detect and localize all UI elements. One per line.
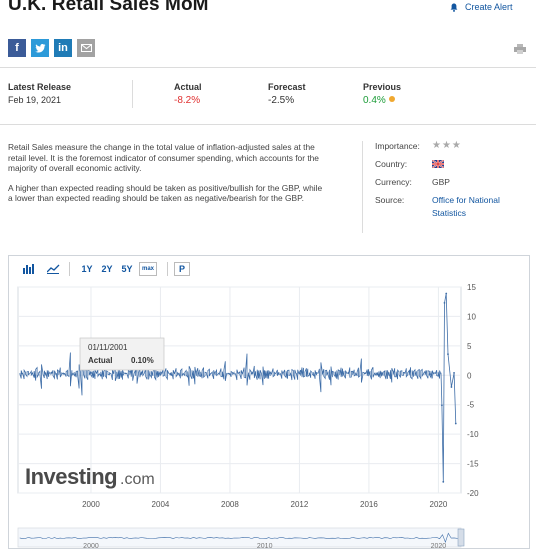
indicator-description: Retail Sales measure the change in the t… bbox=[8, 142, 328, 204]
release-summary: Latest Release Feb 19, 2021 Actual -8.2%… bbox=[0, 82, 536, 122]
y-tick-label: 10 bbox=[467, 312, 476, 321]
forecast-value: -2.5% bbox=[268, 95, 295, 106]
importance-stars-icon: ★★★ bbox=[432, 140, 462, 151]
data-point[interactable] bbox=[440, 404, 443, 407]
data-point[interactable] bbox=[368, 372, 370, 374]
twitter-share-button[interactable] bbox=[31, 39, 49, 57]
x-tick-label: 2016 bbox=[360, 500, 378, 509]
y-tick-label: 5 bbox=[467, 342, 472, 351]
description-paragraph-2: A higher than expected reading should be… bbox=[8, 182, 323, 204]
previous-revision-dot-icon bbox=[388, 96, 395, 102]
x-tick-label: 2020 bbox=[430, 500, 448, 509]
tooltip-value: 0.10% bbox=[131, 356, 154, 365]
social-share-bar: f in bbox=[8, 39, 95, 57]
print-icon[interactable] bbox=[514, 44, 526, 54]
x-tick-label: 2004 bbox=[152, 500, 170, 509]
tooltip-date: 01/11/2001 bbox=[88, 343, 128, 352]
y-tick-label: -5 bbox=[467, 401, 475, 410]
data-point[interactable] bbox=[55, 373, 58, 376]
linkedin-share-button[interactable]: in bbox=[54, 39, 72, 57]
data-point[interactable] bbox=[428, 373, 431, 376]
facebook-icon: f bbox=[15, 42, 19, 54]
previous-label: Previous bbox=[363, 82, 402, 92]
currency-value: GBP bbox=[432, 177, 450, 187]
data-point[interactable] bbox=[159, 373, 162, 376]
envelope-icon bbox=[80, 44, 92, 52]
data-point[interactable] bbox=[454, 422, 457, 425]
previous-value: 0.4% bbox=[363, 95, 386, 106]
release-separator bbox=[132, 80, 133, 108]
page-title: U.K. Retail Sales MoM bbox=[8, 0, 209, 15]
tooltip-label: Actual bbox=[88, 356, 112, 365]
latest-release-label: Latest Release bbox=[8, 82, 72, 92]
source-link-line-2: Statistics bbox=[432, 208, 467, 218]
x-tick-label: 2008 bbox=[221, 500, 239, 509]
navigator-handle[interactable] bbox=[457, 528, 465, 547]
plot-area bbox=[17, 286, 462, 494]
actual-label: Actual bbox=[174, 82, 202, 92]
investing-logo: Investing bbox=[25, 464, 117, 489]
data-point[interactable] bbox=[450, 386, 453, 388]
release-divider bbox=[0, 124, 536, 125]
y-tick-label: -20 bbox=[467, 489, 479, 498]
forecast-label: Forecast bbox=[268, 82, 306, 92]
y-tick-label: -10 bbox=[467, 430, 479, 439]
source-label: Source: bbox=[375, 195, 405, 205]
bell-icon bbox=[450, 3, 458, 12]
navigator-tick-label: 2020 bbox=[431, 543, 447, 548]
navigator-tick-label: 2000 bbox=[83, 543, 99, 548]
actual-value: -8.2% bbox=[174, 95, 201, 106]
email-share-button[interactable] bbox=[77, 39, 95, 57]
data-point[interactable] bbox=[90, 372, 92, 374]
data-point[interactable] bbox=[298, 372, 301, 375]
x-tick-label: 2000 bbox=[82, 500, 100, 509]
x-tick-label: 2012 bbox=[291, 500, 309, 509]
data-point[interactable] bbox=[445, 292, 448, 295]
data-point[interactable] bbox=[442, 480, 445, 483]
twitter-icon bbox=[34, 43, 45, 52]
navigator-tick-label: 2010 bbox=[257, 543, 273, 548]
linkedin-icon: in bbox=[58, 42, 68, 54]
uk-flag-icon bbox=[431, 159, 445, 170]
country-label: Country: bbox=[375, 159, 408, 169]
importance-label: Importance: bbox=[375, 141, 420, 151]
indicator-meta: Importance: ★★★ Country: Currency: GBP S… bbox=[362, 140, 532, 233]
create-alert-button[interactable]: Create Alert bbox=[450, 0, 513, 14]
source-link[interactable]: Office for National Statistics bbox=[432, 194, 500, 220]
data-point[interactable] bbox=[453, 372, 455, 374]
investing-logo-suffix: .com bbox=[120, 471, 155, 488]
source-link-line-1: Office for National bbox=[432, 195, 500, 205]
data-point[interactable] bbox=[443, 301, 446, 304]
description-paragraph-1: Retail Sales measure the change in the t… bbox=[8, 142, 319, 173]
data-point[interactable] bbox=[20, 372, 23, 375]
retail-sales-chart[interactable]: 15 10 5 0 -5 -10 -15 -20 2000 2004 2008 2012 2016 202… bbox=[9, 256, 529, 548]
create-alert-label: Create Alert bbox=[465, 2, 513, 12]
chart-container: 1Y 2Y 5Y max P 15 10 5 0 -5 -10 -15 -20 2000 2004… bbox=[8, 255, 530, 549]
y-tick-label: 15 bbox=[467, 283, 476, 292]
data-point[interactable] bbox=[229, 373, 231, 376]
y-tick-label: -15 bbox=[467, 460, 479, 469]
facebook-share-button[interactable]: f bbox=[8, 39, 26, 57]
y-tick-label: 0 bbox=[467, 371, 472, 380]
data-point[interactable] bbox=[447, 353, 449, 355]
header-divider bbox=[0, 67, 536, 68]
data-point[interactable] bbox=[122, 373, 124, 376]
latest-release-date: Feb 19, 2021 bbox=[8, 95, 62, 105]
currency-label: Currency: bbox=[375, 177, 412, 187]
